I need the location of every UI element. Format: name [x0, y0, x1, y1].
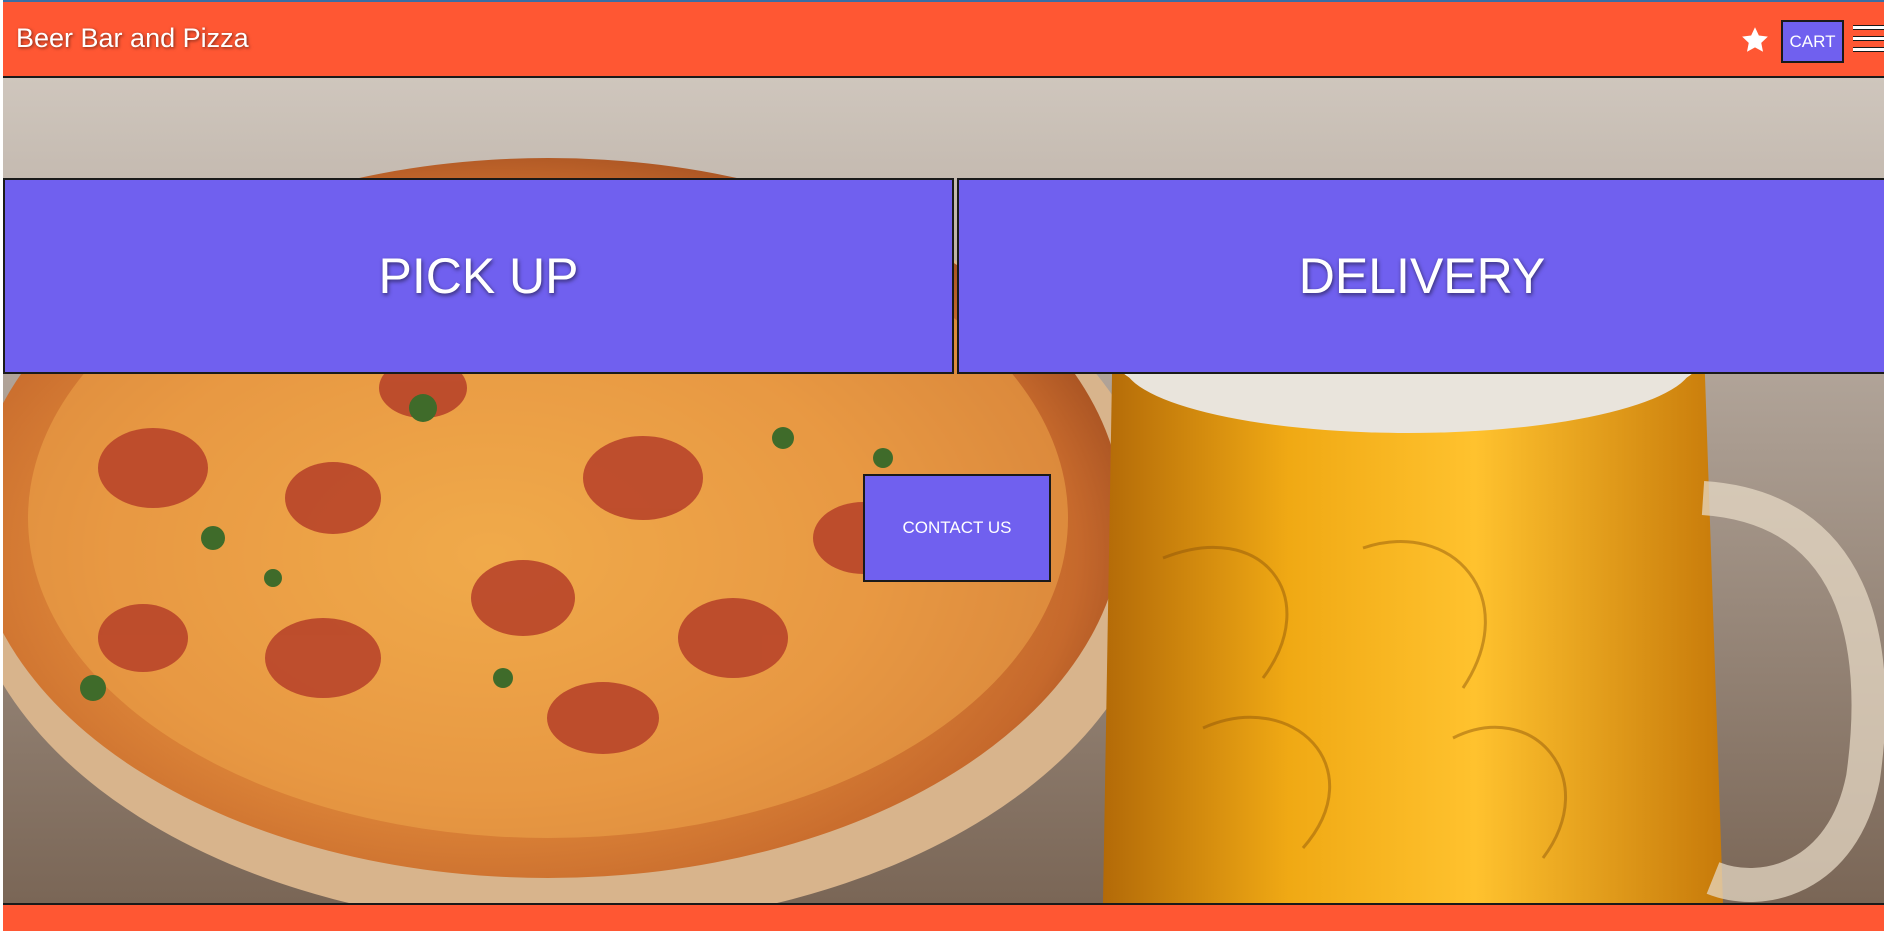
favorite-button[interactable] — [1739, 24, 1771, 56]
cart-button[interactable]: CART — [1781, 20, 1844, 63]
menu-button[interactable] — [1853, 24, 1884, 58]
pickup-button[interactable]: PICK UP — [3, 178, 954, 374]
page: Beer Bar and Pizza CART PICK UP DELIVERY… — [0, 0, 1884, 931]
hamburger-menu-icon — [1853, 25, 1884, 30]
delivery-button[interactable]: DELIVERY — [957, 178, 1884, 374]
top-navbar: Beer Bar and Pizza CART — [3, 0, 1884, 78]
contact-us-button[interactable]: CONTACT US — [863, 474, 1051, 582]
site-title[interactable]: Beer Bar and Pizza — [16, 23, 249, 54]
star-icon — [1742, 27, 1768, 52]
footer-bar — [3, 903, 1884, 931]
